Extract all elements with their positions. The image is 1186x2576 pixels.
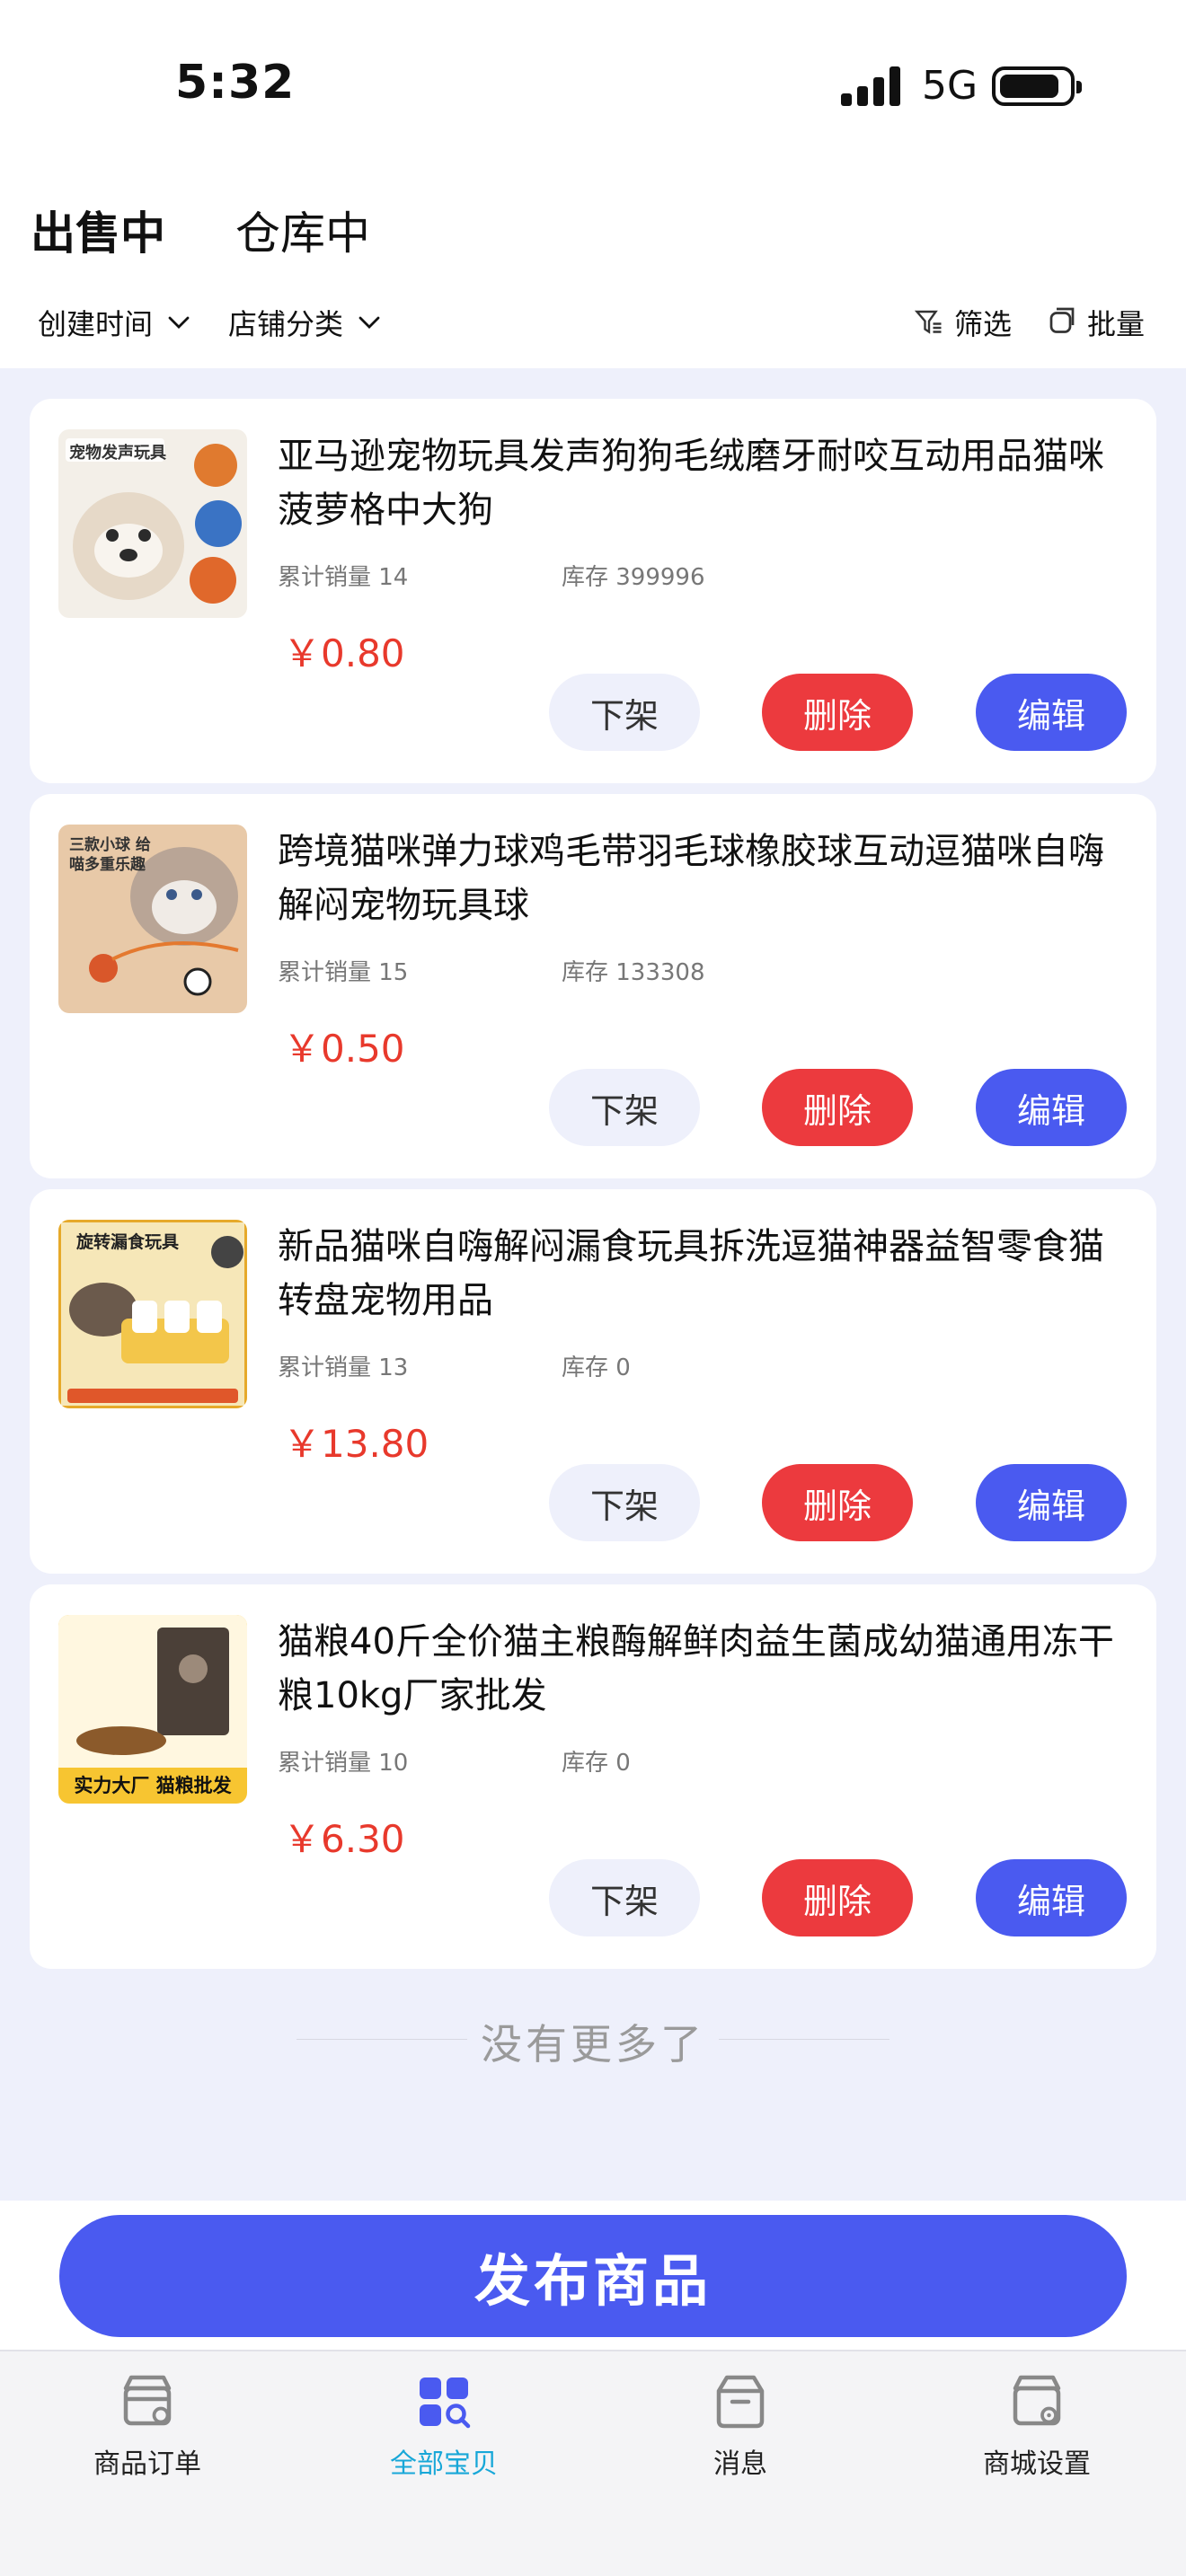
message-box-icon (716, 2375, 765, 2429)
product-name: 亚马逊宠物玩具发声狗狗毛绒磨牙耐咬互动用品猫咪菠萝格中大狗 (278, 436, 1104, 531)
nav-item-messages[interactable]: 消息 (642, 2369, 839, 2481)
status-time: 5:32 (175, 56, 296, 110)
product-card[interactable]: 三款小球 给喵多重乐趣 跨境猫咪弹力球鸡毛带羽毛球橡胶球互动逗猫咪自嗨解闷宠物玩… (30, 794, 1156, 1178)
delete-button[interactable]: 删除 (762, 1464, 913, 1541)
batch-icon (1049, 307, 1075, 333)
product-thumbnail: 旋转漏食玩具 (58, 1220, 247, 1408)
nav-item-orders[interactable]: 商品订单 (49, 2369, 246, 2481)
bottom-nav: 商品订单 全部宝贝 消息 商城设置 (0, 2350, 1186, 2576)
nav-item-store-settings[interactable]: 商城设置 (938, 2369, 1136, 2481)
edit-button[interactable]: 编辑 (976, 1069, 1127, 1146)
product-stock: 库存 0 (562, 1354, 631, 1381)
product-list: 宠物发声玩具 亚马逊宠物玩具发声狗狗毛绒磨牙耐咬互动用品猫咪菠萝格中大狗 累计销… (0, 368, 1186, 2201)
publish-bar: 发布商品 (0, 2201, 1186, 2350)
edit-button[interactable]: 编辑 (976, 1464, 1127, 1541)
batch-label: 批量 (1087, 307, 1146, 341)
store-order-icon (123, 2375, 172, 2426)
product-stock: 库存 0 (562, 1750, 631, 1777)
product-thumbnail: 宠物发声玩具 (58, 429, 247, 618)
app-screen: 5:32 5G 出售中 仓库中 创建时间 店铺分类 筛选 批量 宠物发声玩具 亚… (0, 0, 1186, 2576)
battery-icon (992, 66, 1082, 106)
chevron-down-icon (358, 316, 380, 329)
signal-icon (841, 66, 902, 106)
publish-product-button[interactable]: 发布商品 (59, 2215, 1127, 2337)
product-stock: 库存 399996 (562, 564, 705, 591)
product-sales: 累计销量 15 (278, 959, 409, 986)
product-price: ￥0.50 (283, 1027, 405, 1071)
off-shelf-button[interactable]: 下架 (549, 674, 700, 751)
product-card[interactable]: 旋转漏食玩具 新品猫咪自嗨解闷漏食玩具拆洗逗猫神器益智零食猫转盘宠物用品 累计销… (30, 1189, 1156, 1574)
created-time-dropdown[interactable]: 创建时间 (38, 302, 192, 343)
product-thumbnail: 三款小球 给喵多重乐趣 (58, 825, 247, 1013)
no-more-label: 没有更多了 (481, 2020, 705, 2069)
thumbnail-caption: 宠物发声玩具 (69, 444, 166, 463)
created-time-label: 创建时间 (38, 307, 154, 341)
product-price: ￥13.80 (283, 1422, 429, 1466)
filter-button[interactable]: 筛选 (913, 302, 1012, 343)
network-label: 5G (922, 63, 978, 109)
delete-button[interactable]: 删除 (762, 1069, 913, 1146)
edit-button[interactable]: 编辑 (976, 1859, 1127, 1936)
product-sales: 累计销量 13 (278, 1354, 409, 1381)
shop-category-dropdown[interactable]: 店铺分类 (228, 302, 383, 343)
off-shelf-button[interactable]: 下架 (549, 1859, 700, 1936)
filter-label: 筛选 (954, 307, 1013, 341)
chevron-down-icon (168, 316, 190, 329)
tab-on-sale[interactable]: 出售中 (31, 198, 165, 262)
product-sales: 累计销量 10 (278, 1750, 409, 1777)
product-card[interactable]: 宠物发声玩具 亚马逊宠物玩具发声狗狗毛绒磨牙耐咬互动用品猫咪菠萝格中大狗 累计销… (30, 399, 1156, 783)
status-tabs: 出售中 仓库中 (0, 180, 1186, 278)
off-shelf-button[interactable]: 下架 (549, 1069, 700, 1146)
nav-label: 消息 (713, 2448, 767, 2480)
product-name: 新品猫咪自嗨解闷漏食玩具拆洗逗猫神器益智零食猫转盘宠物用品 (278, 1226, 1104, 1321)
store-settings-icon (1013, 2375, 1061, 2426)
no-more-indicator: 没有更多了 (0, 2012, 1186, 2071)
status-bar: 5:32 5G (0, 0, 1186, 162)
product-sales: 累计销量 14 (278, 564, 409, 591)
batch-button[interactable]: 批量 (1046, 302, 1145, 343)
off-shelf-button[interactable]: 下架 (549, 1464, 700, 1541)
filter-icon (914, 310, 942, 334)
nav-label: 全部宝贝 (390, 2448, 498, 2480)
filter-bar: 创建时间 店铺分类 筛选 批量 (0, 287, 1186, 368)
edit-button[interactable]: 编辑 (976, 674, 1127, 751)
all-items-grid-icon (420, 2378, 471, 2429)
delete-button[interactable]: 删除 (762, 1859, 913, 1936)
thumbnail-caption: 实力大厂 猫粮批发 (74, 1775, 232, 1796)
nav-label: 商品订单 (93, 2448, 201, 2480)
shop-category-label: 店铺分类 (228, 307, 344, 341)
product-name: 跨境猫咪弹力球鸡毛带羽毛球橡胶球互动逗猫咪自嗨解闷宠物玩具球 (278, 831, 1104, 926)
tab-warehouse[interactable]: 仓库中 (235, 198, 370, 262)
thumbnail-caption: 三款小球 给喵多重乐趣 (69, 836, 151, 874)
product-price: ￥6.30 (283, 1817, 405, 1861)
product-name: 猫粮40斤全价猫主粮酶解鲜肉益生菌成幼猫通用冻干粮10kg厂家批发 (278, 1621, 1114, 1716)
product-thumbnail: 实力大厂 猫粮批发 (58, 1615, 247, 1804)
product-price: ￥0.80 (283, 631, 405, 675)
product-stock: 库存 133308 (562, 959, 705, 986)
thumbnail-caption: 旋转漏食玩具 (76, 1232, 180, 1252)
delete-button[interactable]: 删除 (762, 674, 913, 751)
nav-item-all-items[interactable]: 全部宝贝 (345, 2369, 543, 2481)
nav-label: 商城设置 (983, 2448, 1091, 2480)
product-card[interactable]: 实力大厂 猫粮批发 猫粮40斤全价猫主粮酶解鲜肉益生菌成幼猫通用冻干粮10kg厂… (30, 1584, 1156, 1969)
